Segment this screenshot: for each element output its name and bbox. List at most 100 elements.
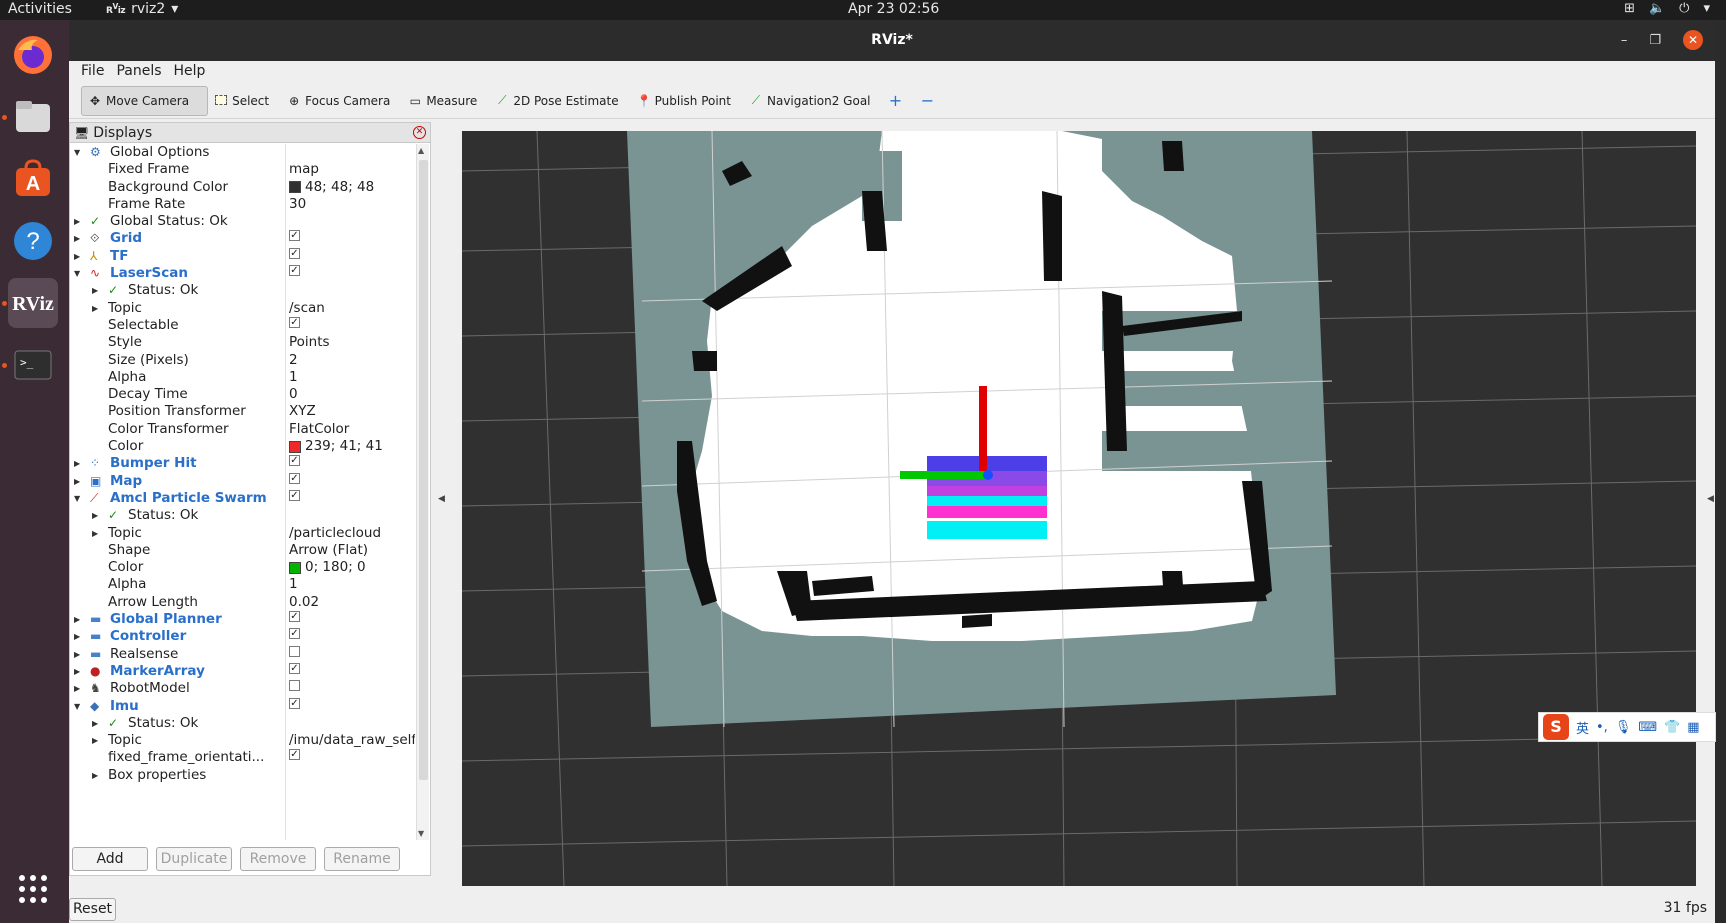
enable-checkbox[interactable]: ✓ (289, 472, 300, 484)
expand-closed-icon[interactable]: ▶ (74, 473, 80, 490)
tool-measure[interactable]: ▭ Measure (402, 86, 489, 116)
tree-row-value[interactable]: 0; 180; 0 (289, 559, 366, 576)
tree-row-value[interactable]: XYZ (289, 403, 316, 420)
enable-checkbox[interactable]: ✓ (289, 455, 300, 467)
expand-closed-icon[interactable]: ▶ (74, 611, 80, 628)
tree-row[interactable]: ▶ ▬ Controller ✓ (70, 628, 415, 645)
tree-row[interactable]: ▶ ✓ Global Status: Ok (70, 213, 415, 230)
toolbox-icon[interactable]: ▦ (1687, 720, 1699, 735)
enable-checkbox[interactable]: ✓ (289, 316, 300, 328)
tree-row-value[interactable]: /scan (289, 300, 325, 317)
tree-row[interactable]: ▼ ◆ Imu ✓ (70, 697, 415, 715)
tree-row-value[interactable]: 239; 41; 41 (289, 438, 383, 455)
tree-row[interactable]: ▶ ♞ RobotModel (70, 680, 415, 697)
expand-closed-icon[interactable]: ▶ (74, 248, 80, 265)
tree-row-value[interactable]: ✓ (289, 265, 300, 277)
tree-row-value[interactable]: ✓ (289, 628, 300, 640)
tree-row-value[interactable]: ✓ (289, 455, 300, 467)
menu-help[interactable]: Help (168, 61, 212, 83)
tree-row[interactable]: ▶ Topic/imu/data_raw_self (70, 732, 415, 749)
firefox-icon[interactable] (8, 30, 58, 80)
panel-splitter[interactable]: ◀ (433, 122, 453, 876)
software-center-icon[interactable]: A (8, 154, 58, 204)
tree-row[interactable]: Fixed Frame map (70, 161, 415, 178)
tool-focus-camera[interactable]: ⊕ Focus Camera (281, 86, 402, 116)
tree-scrollbar[interactable]: ▲ ▼ (416, 144, 429, 840)
expand-closed-icon[interactable]: ▶ (92, 715, 98, 732)
ime-language[interactable]: 英 (1576, 718, 1589, 737)
expand-closed-icon[interactable]: ▶ (92, 300, 98, 317)
rename-display-button[interactable]: Rename (324, 847, 400, 871)
enable-checkbox[interactable]: ✓ (289, 749, 300, 761)
tree-row-value[interactable]: 48; 48; 48 (289, 179, 374, 196)
color-swatch[interactable] (289, 181, 301, 194)
tree-row-value[interactable]: 2 (289, 352, 298, 369)
enable-checkbox[interactable]: ✓ (289, 628, 300, 640)
tree-row[interactable]: Style Points (70, 334, 415, 351)
tree-row-value[interactable]: 1 (289, 369, 298, 386)
tree-row[interactable]: ▶ ▬ Global Planner ✓ (70, 611, 415, 628)
tree-row-value[interactable]: Arrow (Flat) (289, 542, 368, 559)
tree-row[interactable]: fixed_frame_orientati... ✓ (70, 749, 415, 766)
tree-row[interactable]: ▶ ⁘ Bumper Hit ✓ (70, 455, 415, 472)
tree-row-value[interactable]: ✓ (289, 611, 300, 623)
expand-open-icon[interactable]: ▼ (74, 490, 80, 507)
tree-row[interactable]: ▶ ▬ Realsense (70, 645, 415, 663)
reset-button[interactable]: Reset (69, 898, 116, 921)
tree-row[interactable]: ▶ Topic/scan (70, 300, 415, 317)
expand-closed-icon[interactable]: ▶ (74, 663, 80, 680)
expand-closed-icon[interactable]: ▶ (74, 680, 80, 697)
expand-closed-icon[interactable]: ▶ (92, 525, 98, 542)
tree-row[interactable]: ▶ Topic/particlecloud (70, 525, 415, 542)
duplicate-display-button[interactable]: Duplicate (156, 847, 232, 871)
punctuation-icon[interactable]: •, (1596, 720, 1608, 735)
tree-row-value[interactable]: ✓ (289, 697, 300, 709)
tree-row-value[interactable]: ✓ (289, 749, 300, 761)
tree-row-value[interactable]: map (289, 161, 319, 178)
expand-open-icon[interactable]: ▼ (74, 144, 80, 161)
tree-row[interactable]: ▶ ✓ Status: Ok (70, 282, 415, 299)
tree-row[interactable]: ▶ ▣ Map ✓ (70, 472, 415, 490)
enable-checkbox[interactable]: ✓ (289, 662, 300, 674)
scroll-down-icon[interactable]: ▼ (418, 829, 424, 838)
tree-row-value[interactable]: ✓ (289, 472, 300, 484)
app-menu[interactable]: RViz rviz2 ▾ (106, 1, 178, 17)
add-display-button[interactable]: Add (72, 847, 148, 871)
activities-button[interactable]: Activities (8, 1, 72, 17)
color-swatch[interactable] (289, 440, 301, 453)
tree-row-value[interactable]: /particlecloud (289, 525, 381, 542)
tree-row-value[interactable]: Points (289, 334, 330, 351)
tree-row-value[interactable]: ✓ (289, 230, 300, 242)
skin-icon[interactable]: 👕 (1664, 720, 1680, 735)
scroll-up-icon[interactable]: ▲ (418, 146, 424, 155)
color-swatch[interactable] (289, 561, 301, 574)
keyboard-icon[interactable]: ⌨ (1638, 720, 1657, 735)
menu-panels[interactable]: Panels (110, 61, 167, 83)
close-icon[interactable]: ✕ (1683, 30, 1703, 50)
tree-row[interactable]: ▶ ✓ Status: Ok (70, 507, 415, 524)
remove-tool-button[interactable]: − (915, 86, 947, 116)
enable-checkbox[interactable]: ✓ (289, 697, 300, 709)
expand-closed-icon[interactable]: ▶ (74, 455, 80, 472)
enable-checkbox[interactable]: ✓ (289, 489, 300, 501)
tree-row-value[interactable]: ✓ (289, 662, 300, 674)
expand-open-icon[interactable]: ▼ (74, 698, 80, 715)
terminal-icon[interactable]: >_ (8, 340, 58, 390)
expand-closed-icon[interactable]: ▶ (92, 507, 98, 524)
tree-row[interactable]: Color Transformer FlatColor (70, 421, 415, 438)
tree-row-value[interactable]: 30 (289, 196, 306, 213)
tree-row[interactable]: ▶ ● MarkerArray ✓ (70, 662, 415, 680)
expand-closed-icon[interactable]: ▶ (74, 628, 80, 645)
tree-row-value[interactable]: FlatColor (289, 421, 349, 438)
maximize-icon[interactable]: ❐ (1649, 33, 1661, 48)
tree-row[interactable]: Background Color 48; 48; 48 (70, 179, 415, 196)
render-viewport[interactable] (462, 131, 1696, 886)
expand-closed-icon[interactable]: ▶ (74, 213, 80, 230)
tree-row[interactable]: ▼ ∿ LaserScan ✓ (70, 265, 415, 282)
system-tray[interactable]: ⊞ 🔈 ⏻ ▾ (1624, 1, 1710, 16)
expand-closed-icon[interactable]: ▶ (92, 767, 98, 784)
tree-row-value[interactable]: 0.02 (289, 594, 319, 611)
tree-row[interactable]: ▶ Box properties (70, 767, 415, 784)
right-splitter[interactable]: ◀ (1705, 122, 1715, 876)
tree-row[interactable]: Size (Pixels) 2 (70, 352, 415, 369)
